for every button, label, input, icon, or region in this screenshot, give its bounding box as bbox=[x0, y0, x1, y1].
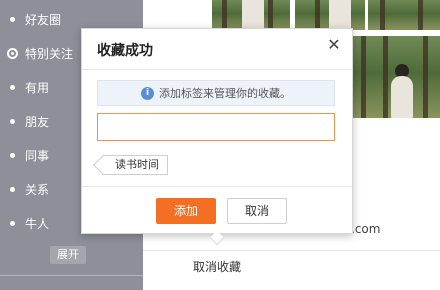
divider bbox=[0, 275, 143, 276]
tag-label: 读书时间 bbox=[115, 158, 159, 171]
divider bbox=[82, 69, 352, 70]
bullet-icon bbox=[10, 220, 15, 226]
sidebar-item-label: 朋友 bbox=[25, 114, 50, 129]
bullet-icon bbox=[10, 186, 15, 192]
bullet-icon bbox=[10, 152, 15, 158]
tag-input[interactable] bbox=[97, 113, 335, 141]
favorite-success-dialog: 收藏成功 ✕ i 添加标签来管理你的收藏。 读书时间 添加 取消 bbox=[81, 28, 353, 246]
info-icon: i bbox=[141, 86, 154, 100]
close-icon[interactable]: ✕ bbox=[326, 37, 342, 53]
sidebar-item-label: 牛人 bbox=[25, 216, 50, 231]
dialog-title: 收藏成功 bbox=[97, 43, 153, 59]
photo-thumbnail[interactable] bbox=[353, 36, 440, 118]
divider bbox=[82, 186, 352, 187]
cancel-favorite-link[interactable]: 取消收藏 bbox=[193, 258, 241, 275]
tip-text: 添加标签来管理你的收藏。 bbox=[159, 87, 291, 100]
expand-button[interactable]: 展开 bbox=[50, 246, 86, 264]
sidebar-item-label: 关系 bbox=[25, 182, 50, 197]
bullet-icon bbox=[10, 84, 15, 90]
target-icon bbox=[7, 47, 18, 59]
photo-thumbnail[interactable] bbox=[368, 0, 440, 30]
add-button[interactable]: 添加 bbox=[156, 198, 216, 224]
sidebar-item-label: 同事 bbox=[25, 148, 50, 163]
sidebar-item-label: 有用 bbox=[25, 80, 50, 95]
photo-thumbnail[interactable] bbox=[212, 0, 290, 30]
url-text[interactable]: .com bbox=[351, 222, 380, 236]
sidebar-item-label: 特别关注 bbox=[25, 46, 74, 61]
cancel-button[interactable]: 取消 bbox=[227, 198, 287, 224]
suggested-tag[interactable]: 读书时间 bbox=[102, 155, 168, 175]
sidebar-item-label: 好友圈 bbox=[25, 12, 62, 27]
bullet-icon bbox=[10, 16, 15, 22]
photo-thumbnail[interactable] bbox=[295, 0, 365, 30]
tip-box: i 添加标签来管理你的收藏。 bbox=[97, 80, 335, 106]
bullet-icon bbox=[10, 118, 15, 124]
divider bbox=[143, 250, 440, 251]
